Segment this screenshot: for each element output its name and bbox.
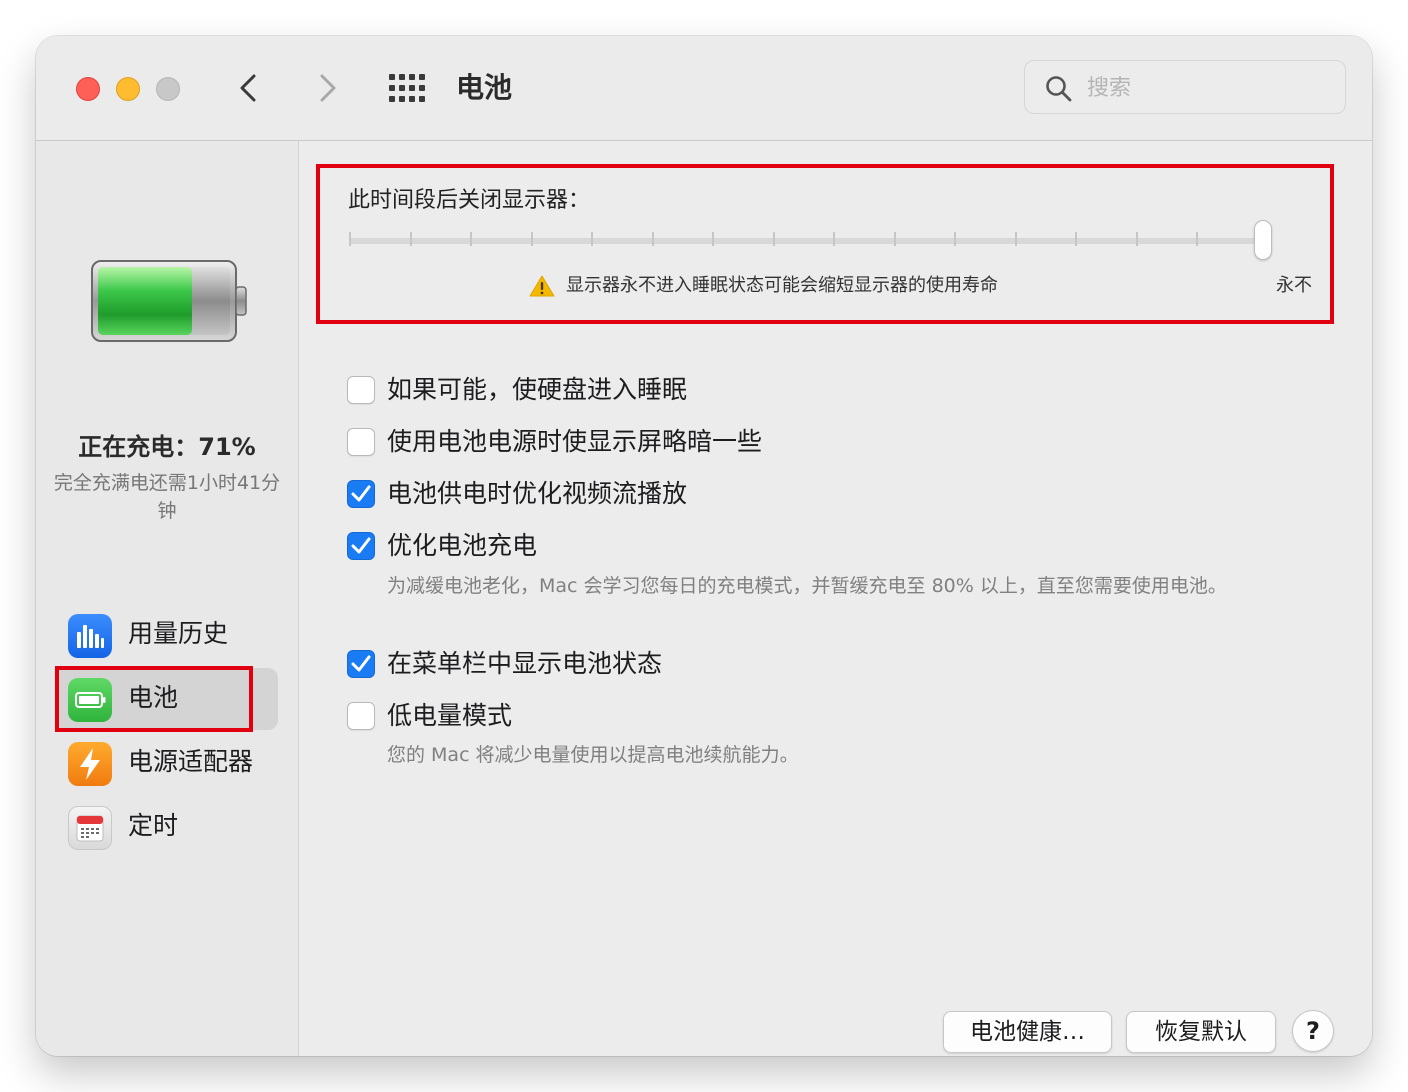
slider-end-label: 永不 (1276, 275, 1312, 296)
optimized-charging-checkbox[interactable] (347, 532, 375, 560)
sidebar-item-usage-history[interactable]: 用量历史 (56, 604, 278, 666)
option-label: 优化电池充电 (387, 531, 538, 560)
slider-tick (1075, 232, 1077, 246)
restore-defaults-button[interactable]: 恢复默认 (1126, 1011, 1276, 1053)
display-sleep-slider-track[interactable] (349, 238, 1269, 244)
option-label: 低电量模式 (387, 701, 513, 730)
preferences-window: 电池 搜索 正在充电：71% 完全充满电还需1小时41分钟 用量历史 电池 电源… (36, 36, 1372, 1056)
warning-icon (529, 275, 555, 297)
slider-tick (954, 232, 956, 246)
slider-tick (772, 232, 775, 246)
option-label: 电池供电时优化视频流播放 (387, 479, 688, 508)
option-label: 在菜单栏中显示电池状态 (387, 649, 663, 678)
display-sleep-label: 此时间段后关闭显示器： (348, 188, 591, 213)
checkmark-icon (351, 537, 371, 554)
battery-level-icon (91, 260, 247, 342)
battery-fill (98, 267, 192, 335)
power-adapter-icon (68, 742, 112, 786)
slider-tick (470, 232, 472, 246)
slider-tick (1135, 232, 1138, 246)
slider-tick (349, 232, 351, 246)
slider-tick (409, 232, 412, 246)
search-field[interactable] (1024, 60, 1346, 114)
option-description: 为减缓电池老化，Mac 会学习您每日的充电模式，并暂缓充电至 80% 以上，直至… (387, 575, 1227, 597)
minimize-button[interactable] (116, 77, 140, 101)
slider-tick (833, 232, 835, 246)
help-button[interactable]: ? (1292, 1010, 1334, 1052)
option-description: 您的 Mac 将减少电量使用以提高电池续航能力。 (387, 744, 799, 766)
battery-settings-pane: 此时间段后关闭显示器： 显示器永不进入睡眠状态可能会缩短显示器的使用寿命 永不 … (299, 141, 1372, 1056)
menu-bar-battery-checkbox[interactable] (347, 650, 375, 678)
checkmark-icon (351, 485, 371, 502)
show-all-grid-icon[interactable] (388, 72, 426, 104)
warning-text: 显示器永不进入睡眠状态可能会缩短显示器的使用寿命 (566, 275, 998, 296)
sidebar-item-label: 用量历史 (128, 619, 229, 648)
slider-tick (1196, 232, 1198, 246)
title-bar: 电池 (36, 36, 1372, 141)
optimize-video-streaming-checkbox[interactable] (347, 480, 375, 508)
hard-disk-sleep-checkbox[interactable] (347, 376, 375, 404)
chevron-right-icon (320, 74, 336, 102)
slider-tick (591, 232, 593, 246)
dim-display-checkbox[interactable] (347, 428, 375, 456)
slider-tick (1014, 232, 1017, 246)
low-power-mode-checkbox[interactable] (347, 702, 375, 730)
time-remaining: 完全充满电还需1小时41分钟 (53, 472, 281, 522)
close-button[interactable] (76, 77, 100, 101)
slider-tick (712, 232, 714, 246)
window-title: 电池 (456, 71, 513, 104)
display-sleep-slider-knob[interactable] (1254, 220, 1272, 260)
schedule-calendar-icon (68, 806, 112, 850)
sidebar-item-schedule[interactable]: 定时 (56, 796, 278, 858)
highlight-box-battery-item (55, 666, 253, 732)
slider-tick (651, 232, 654, 246)
slider-tick (893, 232, 896, 246)
sidebar: 正在充电：71% 完全充满电还需1小时41分钟 用量历史 电池 电源适配器 定时 (36, 141, 299, 1056)
option-label: 如果可能，使硬盘进入睡眠 (387, 375, 688, 404)
search-icon (1046, 76, 1072, 102)
sidebar-item-label: 定时 (128, 811, 179, 840)
zoom-button[interactable] (156, 77, 180, 101)
search-input[interactable] (1085, 71, 1329, 105)
sidebar-item-label: 电源适配器 (128, 747, 254, 776)
charging-status: 正在充电：71% (78, 433, 256, 461)
option-label: 使用电池电源时使显示屏略暗一些 (387, 427, 763, 456)
back-button[interactable] (232, 70, 268, 106)
sidebar-item-power-adapter[interactable]: 电源适配器 (56, 732, 278, 794)
slider-tick (530, 232, 533, 246)
chevron-left-icon (240, 74, 256, 102)
battery-health-button[interactable]: 电池健康… (943, 1011, 1112, 1053)
usage-history-icon (68, 614, 112, 658)
checkmark-icon (351, 655, 371, 672)
forward-button[interactable] (308, 70, 344, 106)
